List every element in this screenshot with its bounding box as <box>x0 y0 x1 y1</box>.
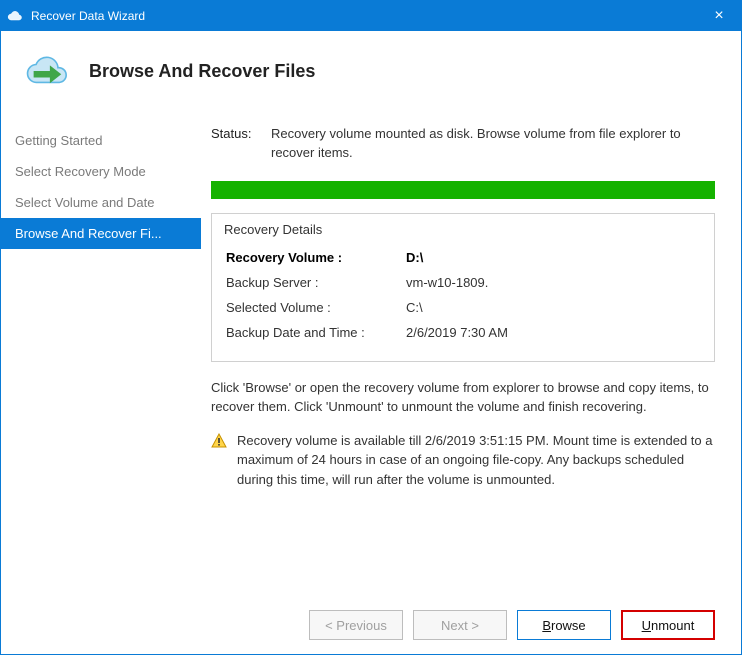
sidebar-item-label: Select Volume and Date <box>15 195 154 210</box>
wizard-window: Recover Data Wizard × Browse And Recover… <box>0 0 742 655</box>
recovery-details-title: Recovery Details <box>224 222 702 237</box>
detail-row-backup-date: Backup Date and Time : 2/6/2019 7:30 AM <box>224 320 702 345</box>
page-title: Browse And Recover Files <box>89 61 315 82</box>
footer: < Previous Next > Browse Unmount <box>1 596 741 654</box>
unmount-rest: nmount <box>651 618 694 633</box>
warning-icon <box>211 433 231 490</box>
detail-label: Backup Date and Time : <box>226 325 406 340</box>
browse-rest: rowse <box>551 618 586 633</box>
detail-row-recovery-volume: Recovery Volume : D:\ <box>224 245 702 270</box>
warning-row: Recovery volume is available till 2/6/20… <box>211 431 715 490</box>
warning-text: Recovery volume is available till 2/6/20… <box>237 431 715 490</box>
content: Status: Recovery volume mounted as disk.… <box>201 105 741 596</box>
sidebar-item-label: Select Recovery Mode <box>15 164 146 179</box>
sidebar-item-getting-started[interactable]: Getting Started <box>1 125 201 156</box>
close-button[interactable]: × <box>697 1 741 31</box>
browse-mnemonic: B <box>542 618 551 633</box>
detail-label: Selected Volume : <box>226 300 406 315</box>
sidebar: Getting Started Select Recovery Mode Sel… <box>1 105 201 596</box>
status-label: Status: <box>211 125 271 163</box>
detail-value: vm-w10-1809. <box>406 275 488 290</box>
unmount-button[interactable]: Unmount <box>621 610 715 640</box>
unmount-mnemonic: U <box>642 618 651 633</box>
status-row: Status: Recovery volume mounted as disk.… <box>211 125 715 163</box>
detail-label: Backup Server : <box>226 275 406 290</box>
recovery-details-box: Recovery Details Recovery Volume : D:\ B… <box>211 213 715 362</box>
progress-bar <box>211 181 715 199</box>
browse-button[interactable]: Browse <box>517 610 611 640</box>
sidebar-item-label: Getting Started <box>15 133 102 148</box>
sidebar-item-label: Browse And Recover Fi... <box>15 226 162 241</box>
cloud-arrow-icon <box>19 53 71 89</box>
header: Browse And Recover Files <box>1 31 741 105</box>
app-icon <box>7 8 23 24</box>
detail-label: Recovery Volume : <box>226 250 406 265</box>
detail-value: C:\ <box>406 300 423 315</box>
instruction-text: Click 'Browse' or open the recovery volu… <box>211 378 715 417</box>
titlebar: Recover Data Wizard × <box>1 1 741 31</box>
next-button: Next > <box>413 610 507 640</box>
detail-row-selected-volume: Selected Volume : C:\ <box>224 295 702 320</box>
detail-value: D:\ <box>406 250 423 265</box>
previous-button: < Previous <box>309 610 403 640</box>
detail-value: 2/6/2019 7:30 AM <box>406 325 508 340</box>
sidebar-item-volume-date[interactable]: Select Volume and Date <box>1 187 201 218</box>
status-text: Recovery volume mounted as disk. Browse … <box>271 125 715 163</box>
body: Getting Started Select Recovery Mode Sel… <box>1 105 741 596</box>
window-title: Recover Data Wizard <box>31 9 145 23</box>
sidebar-item-recovery-mode[interactable]: Select Recovery Mode <box>1 156 201 187</box>
detail-row-backup-server: Backup Server : vm-w10-1809. <box>224 270 702 295</box>
sidebar-item-browse-recover[interactable]: Browse And Recover Fi... <box>1 218 201 249</box>
